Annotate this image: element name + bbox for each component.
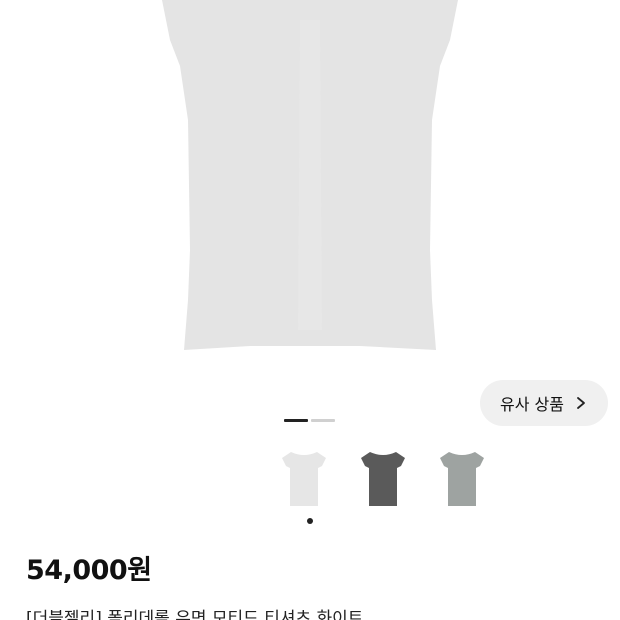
product-title: [더블젤리] 폴리데롤 우면 모티드 티셔츠 화이트 <box>26 609 364 620</box>
color-option-white[interactable] <box>278 448 330 510</box>
pager-indicator-1[interactable] <box>284 419 308 422</box>
tshirt-white-thumbnail <box>282 452 326 506</box>
tshirt-shading <box>298 20 322 330</box>
similar-products-button[interactable]: 유사 상품 <box>480 380 608 426</box>
color-option-charcoal[interactable] <box>357 448 409 510</box>
similar-products-label: 유사 상품 <box>500 395 564 414</box>
selected-color-indicator <box>307 518 313 524</box>
tshirt-charcoal-thumbnail <box>361 452 405 506</box>
product-image[interactable] <box>0 0 620 370</box>
color-option-gray[interactable] <box>436 448 488 510</box>
product-price: 54,000원 <box>26 555 152 586</box>
tshirt-image <box>162 0 458 350</box>
image-pager <box>284 419 335 422</box>
chevron-right-icon <box>577 397 585 409</box>
tshirt-gray-thumbnail <box>440 452 484 506</box>
pager-indicator-2[interactable] <box>311 419 335 422</box>
